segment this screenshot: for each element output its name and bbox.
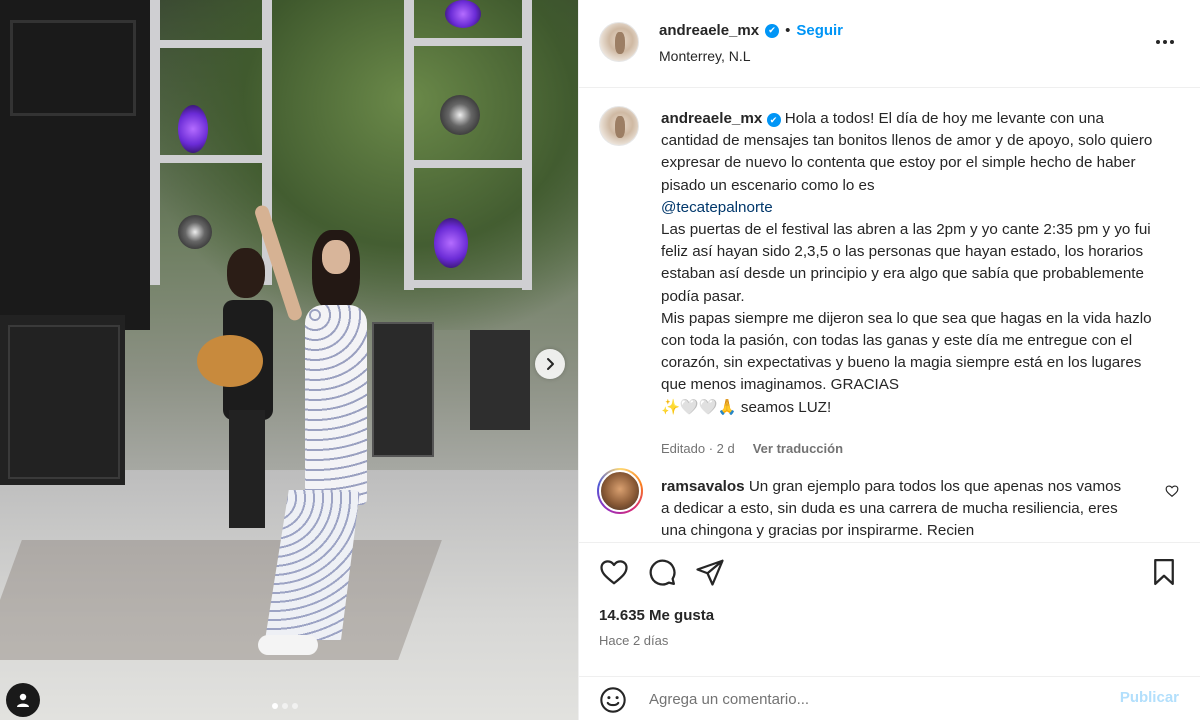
commenter-avatar[interactable] (597, 468, 643, 514)
singer-arm (253, 203, 304, 323)
stage-light (178, 105, 208, 153)
more-dot (1163, 40, 1167, 44)
emoji-icon (600, 687, 626, 713)
post-actions: 14.635 Me gusta Hace 2 días (579, 542, 1200, 692)
more-dot (1170, 40, 1174, 44)
carousel-next-button[interactable] (535, 349, 565, 379)
stage-truss (404, 160, 530, 168)
caption-meta: Editado · 2 d Ver traducción (661, 441, 843, 456)
carousel-dot (282, 703, 288, 709)
comment-like-button[interactable] (1165, 484, 1179, 503)
stage-truss (150, 40, 270, 48)
stage-truss (404, 38, 530, 46)
add-comment-bar: Publicar (579, 676, 1200, 720)
speaker-wall (0, 0, 150, 330)
more-options-icon[interactable] (1156, 40, 1174, 44)
share-button[interactable] (695, 557, 725, 592)
post-location[interactable]: Monterrey, N.L (659, 48, 751, 64)
follow-button[interactable]: Seguir (796, 22, 843, 39)
stage-light (440, 95, 480, 135)
tagged-users-button[interactable] (6, 683, 40, 717)
post-header: andreaele_mx ✔ • Seguir Monterrey, N.L (579, 0, 1200, 88)
stage-truss (150, 155, 270, 163)
road-case (470, 330, 530, 430)
see-translation-link[interactable]: Ver traducción (753, 441, 843, 456)
heart-icon (600, 560, 628, 585)
comment-text: ramsavalos Un gran ejemplo para todos lo… (661, 476, 1131, 542)
emoji-button[interactable] (599, 686, 627, 719)
heart-icon (1165, 485, 1179, 497)
caption-username[interactable]: andreaele_mx (661, 110, 762, 127)
share-icon (696, 559, 724, 586)
action-icons (599, 557, 725, 592)
singer-legs (265, 490, 360, 640)
singer-figure (250, 200, 390, 660)
post-timestamp: Hace 2 días (599, 633, 669, 648)
stage-light (445, 0, 481, 28)
comment-icon (649, 559, 676, 586)
comment-button[interactable] (647, 557, 677, 592)
singer-jumpsuit (305, 305, 367, 505)
comment-input[interactable] (649, 687, 1089, 711)
verified-badge-icon: ✔ (766, 113, 781, 128)
post-side-panel: andreaele_mx ✔ • Seguir Monterrey, N.L a… (578, 0, 1200, 720)
save-button[interactable] (1149, 557, 1179, 592)
publish-comment-button[interactable]: Publicar (1120, 689, 1179, 706)
amp-rack (0, 315, 125, 485)
like-button[interactable] (599, 557, 629, 592)
chevron-right-icon (547, 358, 554, 370)
caption-paragraph-2: Las puertas de el festival las abren a l… (661, 221, 1151, 305)
carousel-dot (272, 703, 278, 709)
caption-text: andreaele_mx ✔ Hola a todos! El día de h… (661, 108, 1161, 419)
author-avatar[interactable] (599, 22, 639, 62)
caption-mention-link[interactable]: @tecatepalnorte (661, 199, 773, 216)
comment-username[interactable]: ramsavalos (661, 478, 745, 495)
caption-paragraph-4: ✨🤍🤍🙏 seamos LUZ! (661, 398, 832, 416)
singer-face (322, 240, 350, 274)
separator: • (785, 22, 791, 39)
post-media[interactable] (0, 0, 578, 720)
carousel-indicator (272, 703, 298, 709)
user-tag-icon (17, 693, 29, 707)
comments-section[interactable]: andreaele_mx ✔ Hola a todos! El día de h… (579, 88, 1200, 542)
author-line: andreaele_mx ✔ • Seguir (659, 22, 843, 39)
carousel-dot (292, 703, 298, 709)
singer-shoe (258, 635, 318, 655)
stage-light (434, 218, 468, 268)
stage-truss (404, 280, 530, 288)
author-username[interactable]: andreaele_mx (659, 22, 759, 39)
caption-avatar[interactable] (599, 106, 639, 146)
caption-edited: Editado · 2 d (661, 441, 735, 456)
likes-count[interactable]: 14.635 Me gusta (599, 607, 714, 624)
verified-badge-icon: ✔ (765, 23, 780, 38)
bookmark-icon (1154, 559, 1174, 585)
more-dot (1156, 40, 1160, 44)
caption-paragraph-3: Mis papas siempre me dijeron sea lo que … (661, 309, 1152, 394)
commenter-avatar-image (599, 470, 641, 512)
